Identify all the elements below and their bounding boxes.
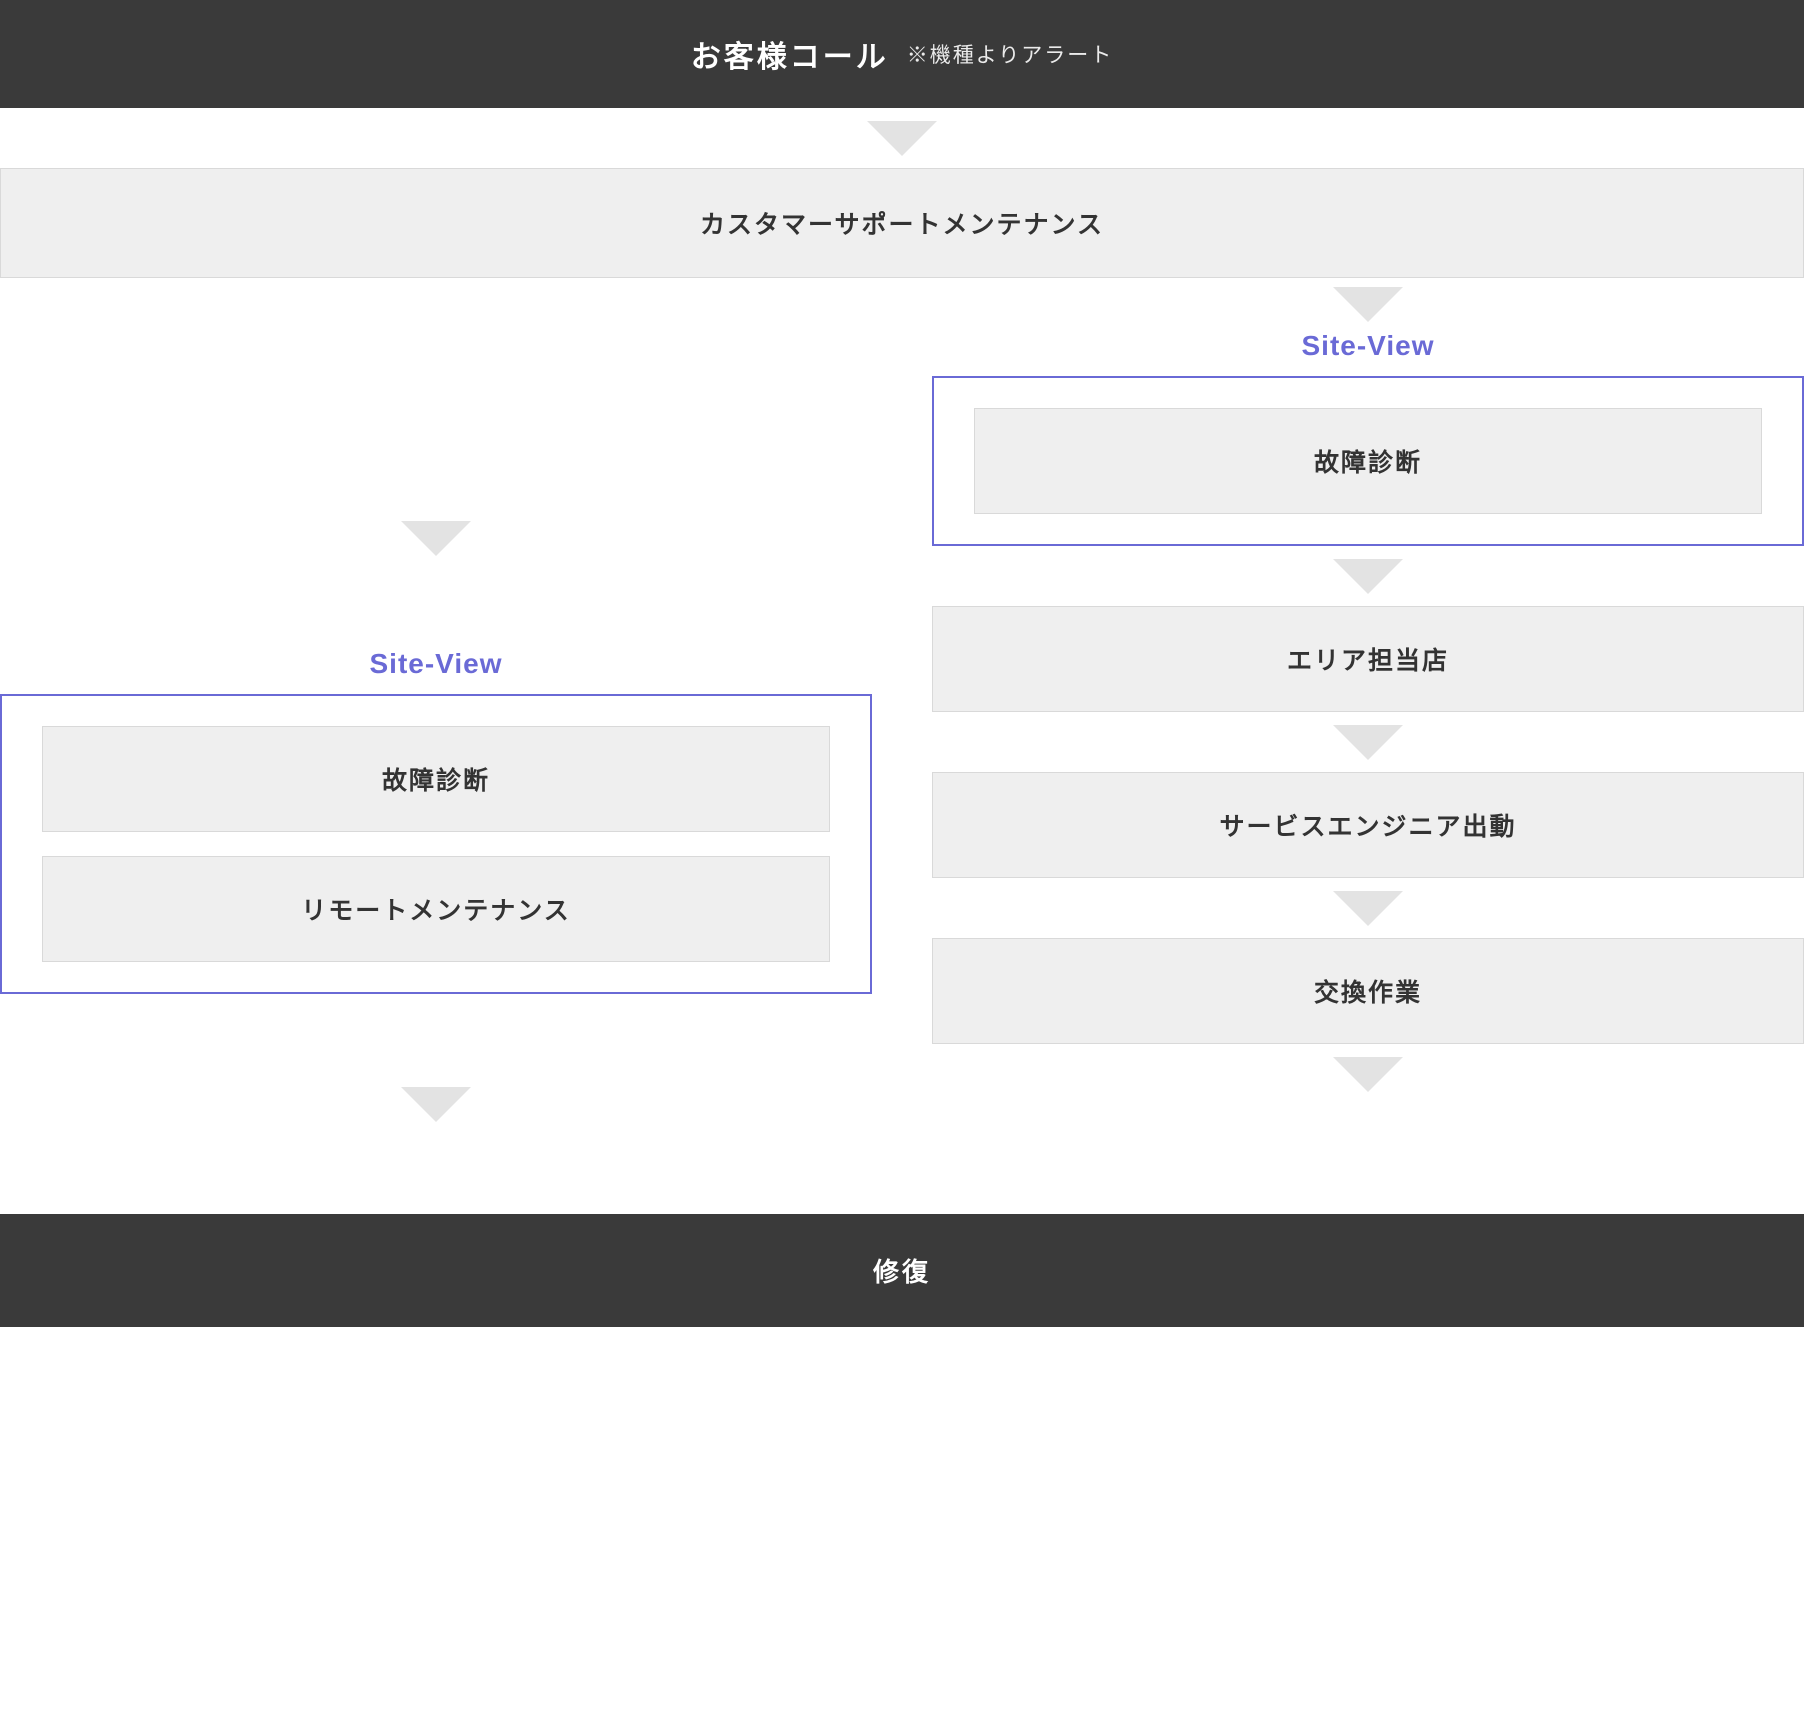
site-view-label: Site-View: [932, 330, 1804, 362]
box-service-engineer-dispatch: サービスエンジニア出動: [932, 772, 1804, 878]
box-label: エリア担当店: [1287, 647, 1449, 675]
box-label: 交換作業: [1314, 979, 1422, 1007]
arrow-down-icon: [932, 878, 1804, 938]
box-label: カスタマーサポートメンテナンス: [700, 211, 1104, 239]
arrow-down-icon: [0, 508, 872, 568]
footer-bar: 修復: [0, 1214, 1804, 1327]
arrow-down-icon: [932, 1044, 1804, 1104]
box-label: 故障診断: [382, 767, 490, 795]
spacer: [0, 1134, 872, 1214]
box-replacement-work: 交換作業: [932, 938, 1804, 1044]
arrow-down-icon: [932, 546, 1804, 606]
arrow-down-icon: [932, 712, 1804, 772]
spacer: [0, 994, 872, 1074]
arrow-down-icon: [0, 108, 1804, 168]
site-view-label: Site-View: [0, 648, 872, 680]
box-area-dealer: エリア担当店: [932, 606, 1804, 712]
site-view-frame-right: 故障診断: [932, 376, 1804, 546]
right-column: Site-View 故障診断 エリア担当店 サービスエンジニア出動 交換作業: [932, 278, 1804, 1104]
box-fault-diagnosis: 故障診断: [974, 408, 1762, 514]
box-customer-support-maintenance: カスタマーサポートメンテナンス: [0, 168, 1804, 278]
site-view-frame-left: 故障診断 リモートメンテナンス: [0, 694, 872, 994]
box-remote-maintenance: リモートメンテナンス: [42, 856, 830, 962]
spacer: [0, 278, 872, 508]
spacer: [0, 568, 872, 648]
arrow-down-icon: [0, 1074, 872, 1134]
left-column: Site-View 故障診断 リモートメンテナンス: [0, 278, 872, 1214]
header-sub-text: ※機種よりアラート: [907, 39, 1114, 69]
footer-text: 修復: [873, 1252, 931, 1289]
box-label: リモートメンテナンス: [301, 897, 571, 925]
header-bar: お客様コール ※機種よりアラート: [0, 0, 1804, 108]
box-label: サービスエンジニア出動: [1219, 813, 1516, 841]
box-label: 故障診断: [1314, 449, 1422, 477]
columns-container: Site-View 故障診断 リモートメンテナンス Site-View: [0, 278, 1804, 1214]
header-main-text: お客様コール: [691, 32, 889, 76]
arrow-down-icon: [932, 278, 1804, 330]
box-fault-diagnosis: 故障診断: [42, 726, 830, 832]
